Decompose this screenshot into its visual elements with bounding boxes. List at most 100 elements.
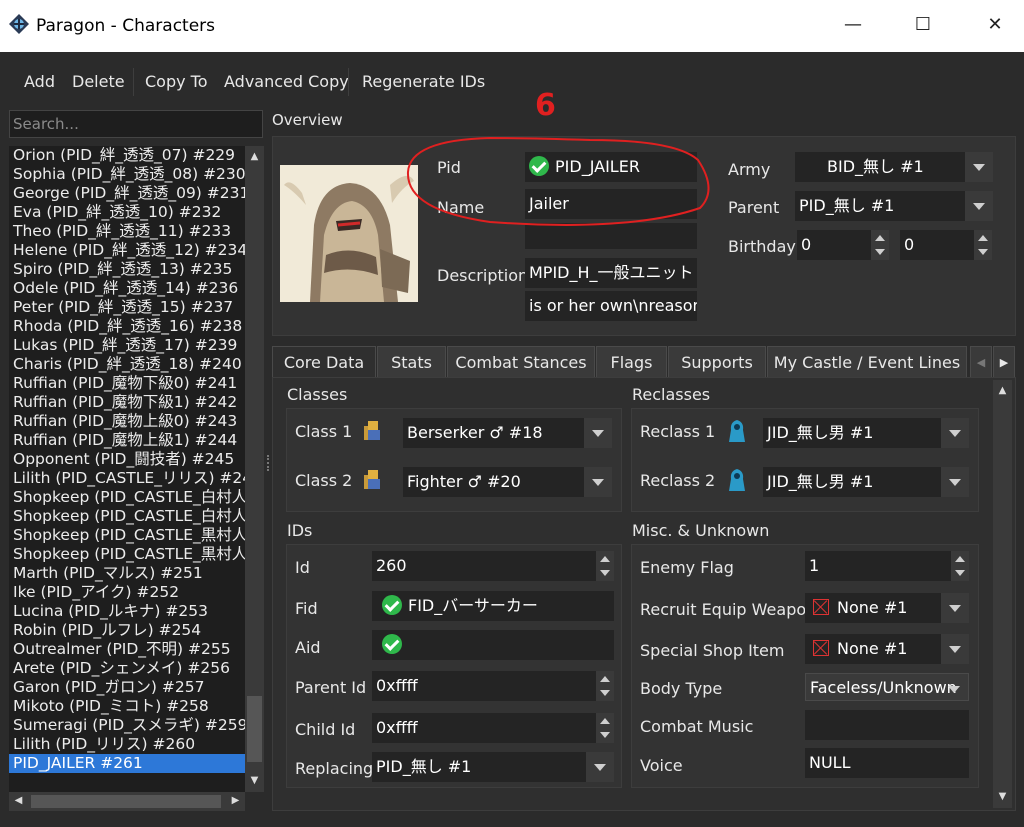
copy-to-button[interactable]: Copy To xyxy=(145,72,208,91)
list-item[interactable]: Lucina (PID_ルキナ) #253 xyxy=(9,602,245,621)
chevron-down-icon[interactable] xyxy=(965,152,993,182)
enemy-flag-spinbox[interactable]: 1 xyxy=(805,551,969,581)
list-item[interactable]: Ruffian (PID_魔物下級1) #242 xyxy=(9,393,245,412)
list-item[interactable]: Opponent (PID_闘技者) #245 xyxy=(9,450,245,469)
scroll-up-icon[interactable]: ▲ xyxy=(993,382,1012,400)
list-item[interactable]: Ike (PID_アイク) #252 xyxy=(9,583,245,602)
birthday-day-spinbox[interactable]: 0 xyxy=(900,230,992,260)
list-item[interactable]: Shopkeep (PID_CASTLE_黒村人 xyxy=(9,545,245,564)
scroll-left-icon[interactable]: ◀ xyxy=(9,792,28,810)
scroll-down-icon[interactable]: ▼ xyxy=(245,772,264,790)
list-item[interactable]: Arete (PID_シェンメイ) #256 xyxy=(9,659,245,678)
description-text-field[interactable]: is or her own\nreasons. xyxy=(525,291,697,321)
list-item[interactable]: Ruffian (PID_魔物下級0) #241 xyxy=(9,374,245,393)
tab-stats[interactable]: Stats xyxy=(377,346,446,378)
minimize-button[interactable]: — xyxy=(838,12,868,38)
chevron-down-icon[interactable] xyxy=(940,674,968,700)
reclass2-dropdown[interactable]: JID_無し男 #1 xyxy=(763,467,969,497)
character-list[interactable]: Orion (PID_絆_透透_07) #229 Sophia (PID_絆_透透… xyxy=(9,146,245,792)
list-item[interactable]: Outrealmer (PID_不明) #255 xyxy=(9,640,245,659)
tab-my-castle[interactable]: My Castle / Event Lines xyxy=(767,346,967,378)
chevron-down-icon[interactable] xyxy=(941,467,969,497)
tab-supports[interactable]: Supports xyxy=(668,346,766,378)
list-item[interactable]: Mikoto (PID_ミコト) #258 xyxy=(9,697,245,716)
close-button[interactable]: ✕ xyxy=(980,12,1010,38)
list-item[interactable]: Ruffian (PID_魔物上級0) #243 xyxy=(9,412,245,431)
list-item[interactable]: PID_JAILER #261 xyxy=(9,754,245,773)
delete-button[interactable]: Delete xyxy=(72,72,125,91)
chevron-down-icon[interactable] xyxy=(586,752,614,782)
spin-arrows-icon[interactable] xyxy=(951,551,969,581)
list-item[interactable]: Theo (PID_絆_透透_11) #233 xyxy=(9,222,245,241)
chevron-down-icon[interactable] xyxy=(965,191,993,221)
tab-combat-stances[interactable]: Combat Stances xyxy=(447,346,595,378)
scroll-up-icon[interactable]: ▲ xyxy=(245,148,264,166)
body-type-dropdown[interactable]: Faceless/Unknown xyxy=(805,673,969,701)
list-item[interactable]: Eva (PID_絆_透透_10) #232 xyxy=(9,203,245,222)
tab-core-data[interactable]: Core Data xyxy=(272,346,376,378)
spin-arrows-icon[interactable] xyxy=(596,671,614,701)
child-id-spinbox[interactable]: 0xffff xyxy=(372,713,614,743)
fid-field[interactable]: FID_バーサーカー xyxy=(372,591,614,621)
list-item[interactable]: Orion (PID_絆_透透_07) #229 xyxy=(9,146,245,165)
spin-arrows-icon[interactable] xyxy=(596,713,614,743)
scroll-thumb[interactable] xyxy=(247,696,262,762)
description-field[interactable]: MPID_H_一般ユニット xyxy=(525,258,697,288)
regenerate-ids-button[interactable]: Regenerate IDs xyxy=(362,72,485,91)
list-item[interactable]: Shopkeep (PID_CASTLE_白村人 xyxy=(9,507,245,526)
replacing-dropdown[interactable]: PID_無し #1 xyxy=(372,752,614,782)
chevron-down-icon[interactable] xyxy=(584,418,612,448)
id-spinbox[interactable]: 260 xyxy=(372,551,614,581)
list-item[interactable]: Lilith (PID_CASTLE_リリス) #246 xyxy=(9,469,245,488)
chevron-down-icon[interactable] xyxy=(941,634,969,664)
list-item[interactable]: Shopkeep (PID_CASTLE_黒村人 xyxy=(9,526,245,545)
scroll-thumb[interactable] xyxy=(31,795,221,808)
list-item[interactable]: Rhoda (PID_絆_透透_16) #238 xyxy=(9,317,245,336)
spin-arrows-icon[interactable] xyxy=(596,551,614,581)
recruit-weapon-dropdown[interactable]: None #1 xyxy=(805,593,969,623)
add-button[interactable]: Add xyxy=(24,72,55,91)
chevron-down-icon[interactable] xyxy=(584,467,612,497)
list-item[interactable]: Marth (PID_マルス) #251 xyxy=(9,564,245,583)
scroll-right-icon[interactable]: ▶ xyxy=(226,792,245,810)
list-item[interactable]: Peter (PID_絆_透透_15) #237 xyxy=(9,298,245,317)
special-shop-dropdown[interactable]: None #1 xyxy=(805,634,969,664)
list-item[interactable]: Garon (PID_ガロン) #257 xyxy=(9,678,245,697)
list-item[interactable]: Sumeragi (PID_スメラギ) #259 xyxy=(9,716,245,735)
list-item[interactable]: Sophia (PID_絆_透透_08) #230 xyxy=(9,165,245,184)
combat-music-field[interactable] xyxy=(805,710,969,740)
list-horizontal-scrollbar[interactable]: ◀ ▶ xyxy=(9,792,245,811)
chevron-down-icon[interactable] xyxy=(941,593,969,623)
list-item[interactable]: Odele (PID_絆_透透_14) #236 xyxy=(9,279,245,298)
panel-vertical-scrollbar[interactable]: ▲ ▼ xyxy=(993,380,1012,808)
birthday-month-spinbox[interactable]: 0 xyxy=(797,230,889,260)
class2-dropdown[interactable]: Fighter ♂ #20 xyxy=(403,467,612,497)
list-item[interactable]: Robin (PID_ルフレ) #254 xyxy=(9,621,245,640)
parent-dropdown[interactable]: PID_無し #1 xyxy=(795,191,993,221)
scroll-down-icon[interactable]: ▼ xyxy=(993,788,1012,806)
list-item[interactable]: Shopkeep (PID_CASTLE_白村人 xyxy=(9,488,245,507)
aid-field[interactable] xyxy=(372,630,614,660)
reclass1-dropdown[interactable]: JID_無し男 #1 xyxy=(763,418,969,448)
list-item[interactable]: Lilith (PID_リリス) #260 xyxy=(9,735,245,754)
list-item[interactable]: Spiro (PID_絆_透透_13) #235 xyxy=(9,260,245,279)
spin-arrows-icon[interactable] xyxy=(871,230,889,260)
list-vertical-scrollbar[interactable]: ▲ ▼ xyxy=(245,146,264,792)
list-item[interactable]: Helene (PID_絆_透透_12) #234 xyxy=(9,241,245,260)
tab-flags[interactable]: Flags xyxy=(596,346,667,378)
list-item[interactable]: Lukas (PID_絆_透透_17) #239 xyxy=(9,336,245,355)
parent-id-spinbox[interactable]: 0xffff xyxy=(372,671,614,701)
chevron-down-icon[interactable] xyxy=(941,418,969,448)
advanced-copy-button[interactable]: Advanced Copy xyxy=(224,72,349,91)
maximize-button[interactable]: ☐ xyxy=(908,12,938,38)
voice-field[interactable]: NULL xyxy=(805,748,969,778)
tab-scroll-left-icon[interactable]: ◀ xyxy=(970,346,992,378)
list-item[interactable]: Charis (PID_絆_透透_18) #240 xyxy=(9,355,245,374)
tab-scroll-right-icon[interactable]: ▶ xyxy=(993,346,1015,378)
spin-arrows-icon[interactable] xyxy=(974,230,992,260)
list-item[interactable]: George (PID_絆_透透_09) #231 xyxy=(9,184,245,203)
list-item[interactable]: Ruffian (PID_魔物上級1) #244 xyxy=(9,431,245,450)
search-input[interactable]: Search... xyxy=(9,110,263,138)
army-dropdown[interactable]: BID_無し #1 xyxy=(795,152,993,182)
class1-dropdown[interactable]: Berserker ♂ #18 xyxy=(403,418,612,448)
